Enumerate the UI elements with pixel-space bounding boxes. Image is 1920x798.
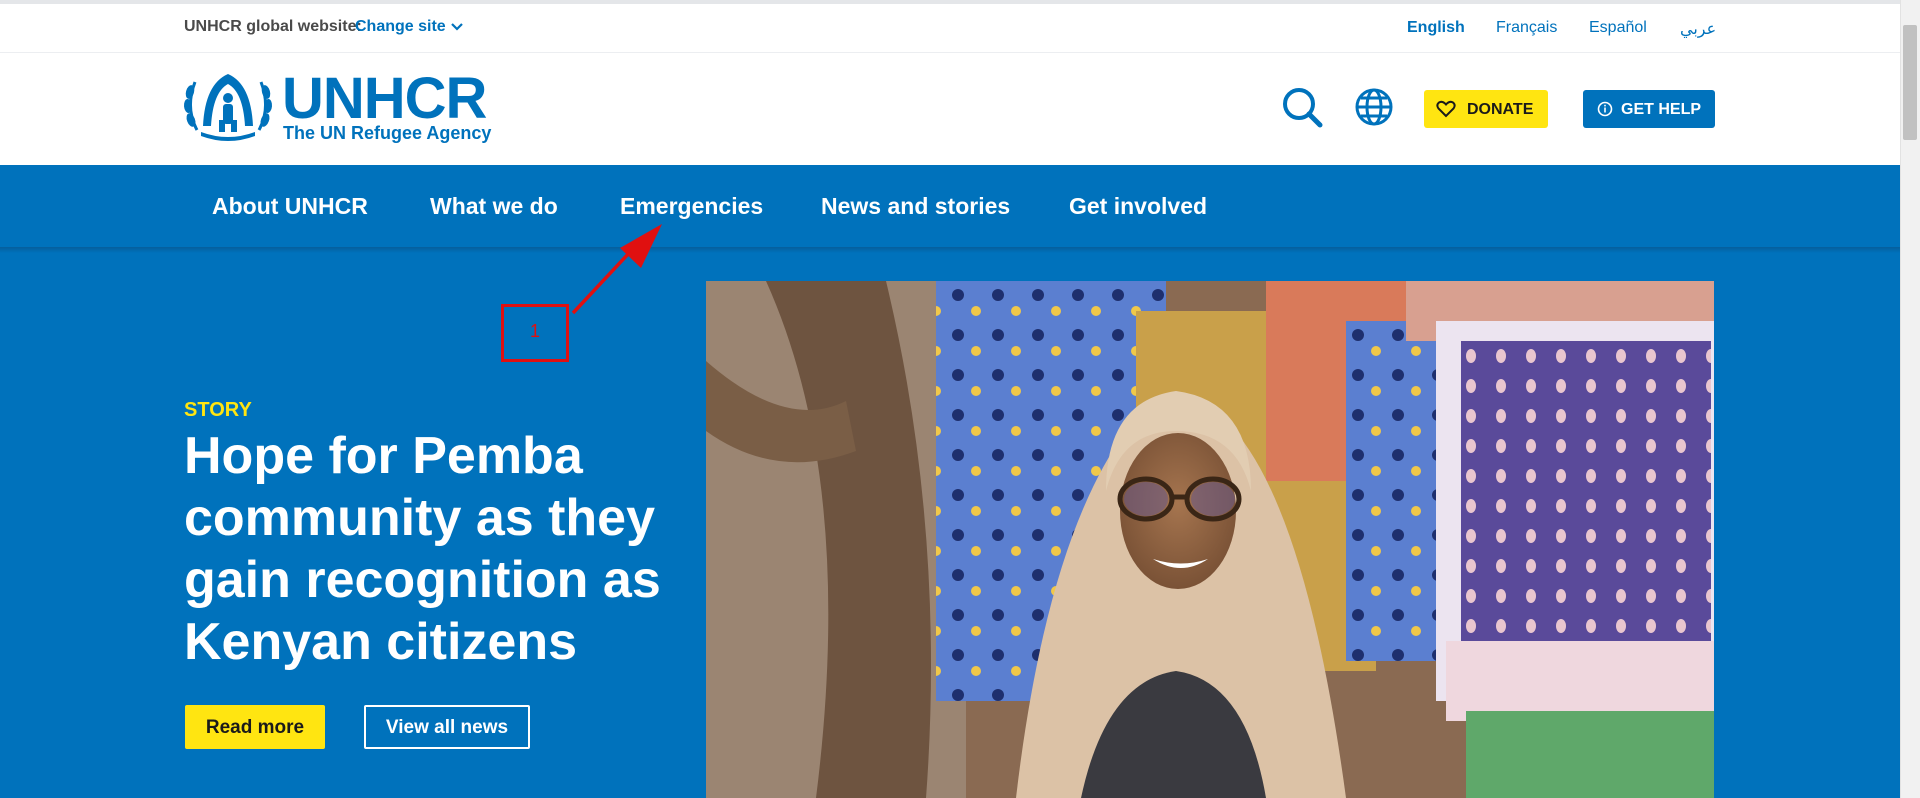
view-all-news-label: View all news bbox=[385, 717, 509, 738]
read-more-label: Read more bbox=[205, 717, 305, 738]
change-site-link[interactable]: Change site bbox=[355, 18, 446, 36]
brand-name[interactable]: UNHCR bbox=[282, 70, 487, 128]
heart-icon bbox=[1436, 100, 1456, 118]
utility-bar: UNHCR global website: Change site Englis… bbox=[0, 4, 1900, 53]
global-website-label: UNHCR global website: bbox=[184, 18, 362, 35]
unhcr-logo-emblem[interactable] bbox=[183, 68, 273, 144]
search-icon[interactable] bbox=[1280, 85, 1324, 129]
donate-label: DONATE bbox=[1467, 101, 1534, 118]
hero-headline[interactable]: Hope for Pemba community as they gain re… bbox=[184, 425, 704, 673]
main-nav: About UNHCR What we do Emergencies News … bbox=[0, 165, 1900, 248]
get-help-label: GET HELP bbox=[1621, 101, 1702, 118]
language-french[interactable]: Français bbox=[1496, 19, 1557, 37]
nav-item-emergencies[interactable]: Emergencies bbox=[620, 193, 763, 220]
chevron-down-icon[interactable] bbox=[450, 22, 464, 32]
language-arabic[interactable]: عربي bbox=[1680, 19, 1716, 39]
get-help-button[interactable]: GET HELP bbox=[1583, 90, 1715, 128]
site-header: UNHCR The UN Refugee Agency DONATE GET H… bbox=[0, 53, 1900, 165]
language-english[interactable]: English bbox=[1407, 19, 1465, 37]
read-more-button[interactable]: Read more bbox=[185, 705, 325, 749]
info-icon bbox=[1597, 101, 1613, 117]
language-spanish[interactable]: Español bbox=[1589, 19, 1647, 37]
hero-photo bbox=[706, 281, 1714, 798]
nav-item-get-involved[interactable]: Get involved bbox=[1069, 193, 1207, 220]
nav-item-news-and-stories[interactable]: News and stories bbox=[821, 193, 1010, 220]
brand-tagline: The UN Refugee Agency bbox=[283, 123, 492, 143]
nav-item-about[interactable]: About UNHCR bbox=[212, 193, 368, 220]
view-all-news-button[interactable]: View all news bbox=[364, 705, 530, 749]
hero-section: STORY Hope for Pemba community as they g… bbox=[0, 247, 1900, 798]
annotation-box: 1 bbox=[501, 304, 569, 362]
nav-item-what-we-do[interactable]: What we do bbox=[430, 193, 558, 220]
annotation-arrow-icon bbox=[571, 224, 662, 315]
story-eyebrow: STORY bbox=[184, 399, 252, 421]
scrollbar-thumb[interactable] bbox=[1903, 25, 1917, 140]
globe-icon[interactable] bbox=[1352, 85, 1396, 129]
annotation-number: 1 bbox=[529, 321, 540, 341]
donate-button[interactable]: DONATE bbox=[1424, 90, 1548, 128]
